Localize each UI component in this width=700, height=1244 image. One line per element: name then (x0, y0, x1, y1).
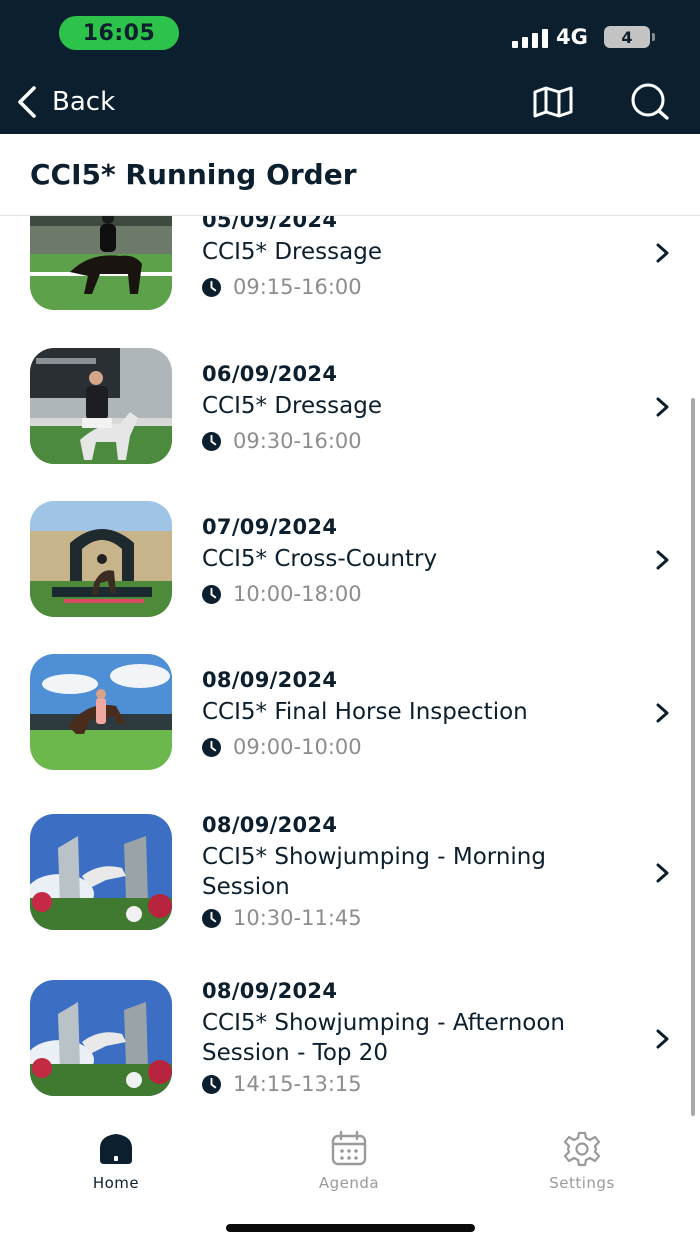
map-icon (533, 86, 573, 118)
home-icon (100, 1134, 132, 1164)
list-item[interactable]: 06/09/2024 CCI5* Dressage 09:30-16:00 (0, 346, 700, 476)
event-thumbnail (30, 814, 172, 930)
signal-icon (512, 28, 548, 48)
gear-icon (563, 1131, 601, 1167)
event-time-label: 09:15-16:00 (233, 275, 362, 299)
event-date: 06/09/2024 (202, 362, 338, 386)
event-time: 10:00-18:00 (202, 582, 362, 606)
event-time-label: 10:30-11:45 (233, 906, 362, 930)
chevron-right-icon (656, 550, 669, 570)
battery-icon: 4 (604, 26, 655, 48)
map-button[interactable] (531, 82, 575, 122)
event-time: 09:30-16:00 (202, 429, 362, 453)
event-title: CCI5* Showjumping - Afternoon Session - … (202, 1010, 565, 1066)
chevron-right-icon (656, 1029, 669, 1049)
event-thumbnail (30, 980, 172, 1096)
search-button[interactable] (627, 82, 671, 122)
event-list[interactable]: 05/09/2024 CCI5* Dressage 09:15-16:00 06… (0, 216, 700, 1112)
chevron-right-icon (656, 397, 669, 417)
battery-level: 4 (621, 27, 633, 47)
event-date: 05/09/2024 (202, 216, 338, 232)
event-thumbnail (30, 348, 172, 464)
clock-icon (202, 908, 221, 928)
tab-settings-label: Settings (549, 1174, 615, 1192)
event-title: CCI5* Dressage (202, 239, 382, 265)
event-time: 09:15-16:00 (202, 275, 362, 299)
event-date: 08/09/2024 (202, 979, 338, 1003)
list-item[interactable]: 08/09/2024 CCI5* Final Horse Inspection … (0, 652, 700, 782)
clock-icon (202, 737, 221, 757)
event-date: 07/09/2024 (202, 515, 338, 539)
event-title: CCI5* Final Horse Inspection (202, 699, 528, 725)
event-time: 09:00-10:00 (202, 735, 362, 759)
top-bar: 16:05 4G 4 Back (0, 0, 700, 134)
list-item[interactable]: 07/09/2024 CCI5* Cross-Country 10:00-18:… (0, 499, 700, 629)
title-bar: CCI5* Running Order (0, 134, 700, 216)
event-time-label: 14:15-13:15 (233, 1072, 362, 1096)
clock-icon (202, 277, 221, 297)
event-title: CCI5* Showjumping - Morning Session (202, 844, 546, 900)
list-item[interactable]: 08/09/2024 CCI5* Showjumping - Morning S… (0, 796, 700, 946)
chevron-right-icon (656, 703, 669, 723)
event-time-label: 09:30-16:00 (233, 429, 362, 453)
calendar-icon (331, 1130, 367, 1166)
event-time-label: 09:00-10:00 (233, 735, 362, 759)
clock-icon (202, 431, 221, 451)
tab-home-label: Home (92, 1174, 140, 1192)
chevron-right-icon (656, 243, 669, 263)
page-title: CCI5* Running Order (30, 158, 357, 191)
event-title: CCI5* Dressage (202, 393, 382, 419)
home-indicator (226, 1224, 475, 1232)
event-time: 10:30-11:45 (202, 906, 362, 930)
network-type: 4G (556, 25, 588, 49)
tab-agenda-label: Agenda (318, 1174, 380, 1192)
tab-home[interactable]: Home (56, 1130, 176, 1192)
list-item[interactable]: 05/09/2024 CCI5* Dressage 09:15-16:00 (0, 216, 700, 322)
event-time: 14:15-13:15 (202, 1072, 362, 1096)
back-label: Back (52, 87, 116, 117)
back-button[interactable]: Back (14, 82, 115, 122)
chevron-left-icon (18, 86, 36, 118)
event-time-label: 10:00-18:00 (233, 582, 362, 606)
event-thumbnail (30, 501, 172, 617)
search-icon (631, 83, 669, 120)
clock-icon (202, 584, 221, 604)
event-thumbnail (30, 654, 172, 770)
scrollbar[interactable] (691, 398, 695, 1116)
clock-icon (202, 1074, 221, 1094)
tab-agenda[interactable]: Agenda (289, 1130, 409, 1192)
event-date: 08/09/2024 (202, 668, 338, 692)
status-time: 16:05 (59, 16, 179, 50)
tab-settings[interactable]: Settings (522, 1130, 642, 1192)
event-title: CCI5* Cross-Country (202, 546, 438, 572)
chevron-right-icon (656, 863, 669, 883)
event-thumbnail (30, 216, 172, 310)
event-date: 08/09/2024 (202, 813, 338, 837)
list-item[interactable]: 08/09/2024 CCI5* Showjumping - Afternoon… (0, 962, 700, 1112)
